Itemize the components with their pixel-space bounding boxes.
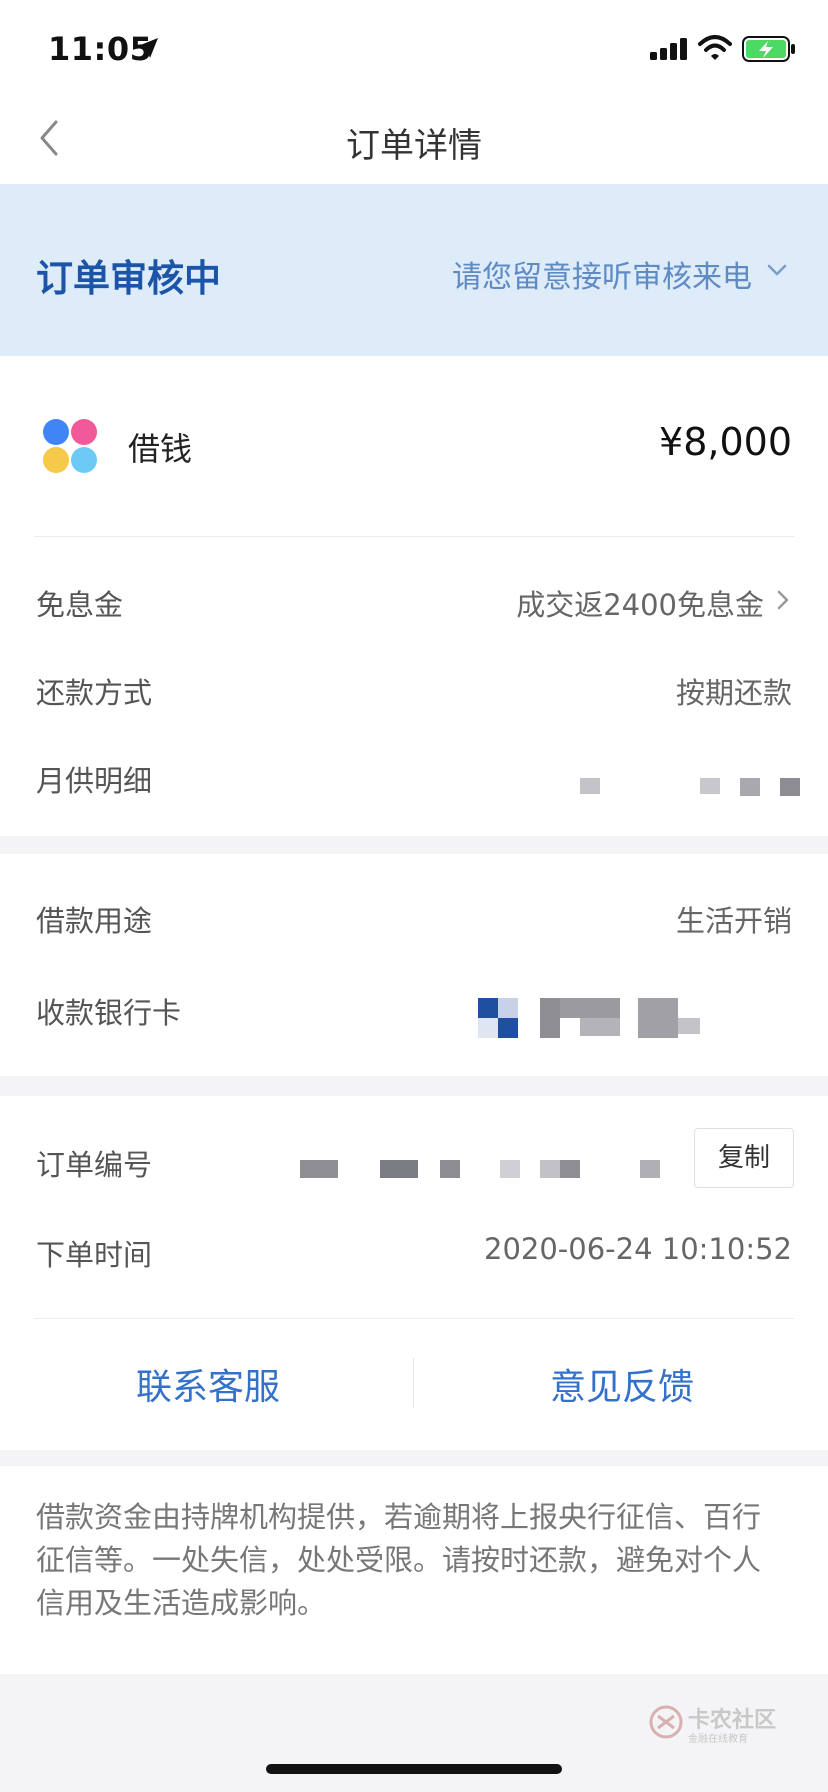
copy-order-no-button[interactable]: 复制: [694, 1128, 794, 1188]
loan-purpose-value: 生活开销: [675, 904, 792, 938]
wifi-icon: [698, 35, 732, 60]
nav-bar: 订单详情: [0, 92, 828, 184]
order-time-label: 下单时间: [36, 1238, 153, 1272]
monthly-detail-label: 月供明细: [36, 764, 153, 798]
disclaimer-card: 借款资金由持牌机构提供，若逾期将上报央行征信、百行征信等。一处失信，处处受限。请…: [0, 1466, 828, 1674]
page-title: 订单详情: [346, 126, 482, 166]
feedback-button[interactable]: 意见反馈: [550, 1358, 694, 1410]
loan-purpose-card: 借款用途 生活开销 收款银行卡: [0, 854, 828, 1076]
order-time-value: 2020-06-24 10:10:52: [484, 1232, 792, 1266]
order-info-card: 订单编号 复制 下单时间 2020-06-24 10:10:52 联系客服 意见…: [0, 1096, 828, 1450]
watermark-subtext: 金融在线教育: [688, 1734, 748, 1745]
loan-summary-card: 借钱 ¥8,000 免息金 成交返2400免息金 还款方式 按期还款 月供明细: [0, 356, 828, 836]
order-no-label: 订单编号: [36, 1148, 153, 1182]
interest-free-value[interactable]: 成交返2400免息金: [516, 582, 764, 624]
interest-free-label: 免息金: [36, 588, 124, 622]
divider: [34, 536, 794, 537]
divider: [413, 1358, 414, 1408]
divider: [34, 1318, 794, 1319]
loan-purpose-label: 借款用途: [36, 904, 153, 938]
status-bar: 11:05: [0, 0, 828, 92]
order-status-title: 订单审核中: [36, 257, 221, 300]
repayment-method-label: 还款方式: [36, 676, 153, 710]
watermark-logo-icon: [649, 1705, 683, 1739]
loan-amount: ¥8,000: [659, 420, 792, 464]
four-petal-logo-icon: [43, 419, 97, 473]
battery-charging-icon: [742, 36, 795, 62]
order-status-banner[interactable]: 订单审核中 请您留意接听审核来电: [0, 184, 828, 356]
location-arrow-icon: [138, 38, 158, 58]
order-detail-page: 11:05 订单详情 订单审核中 请您留意接听审核来电 借钱 ¥8,000 免息…: [0, 0, 828, 1792]
bank-card-label: 收款银行卡: [36, 996, 182, 1030]
repayment-method-value: 按期还款: [675, 676, 792, 710]
community-watermark: 卡农社区 金融在线教育: [644, 1696, 824, 1776]
disclaimer-text: 借款资金由持牌机构提供，若逾期将上报央行征信、百行征信等。一处失信，处处受限。请…: [36, 1500, 762, 1620]
chevron-down-icon[interactable]: [766, 262, 788, 278]
home-indicator[interactable]: [266, 1764, 562, 1774]
contact-service-button[interactable]: 联系客服: [136, 1358, 280, 1410]
product-name: 借钱: [128, 430, 193, 468]
order-status-hint: 请您留意接听审核来电: [452, 260, 752, 295]
chevron-right-icon[interactable]: [776, 589, 790, 611]
cellular-signal-icon: [650, 38, 687, 60]
